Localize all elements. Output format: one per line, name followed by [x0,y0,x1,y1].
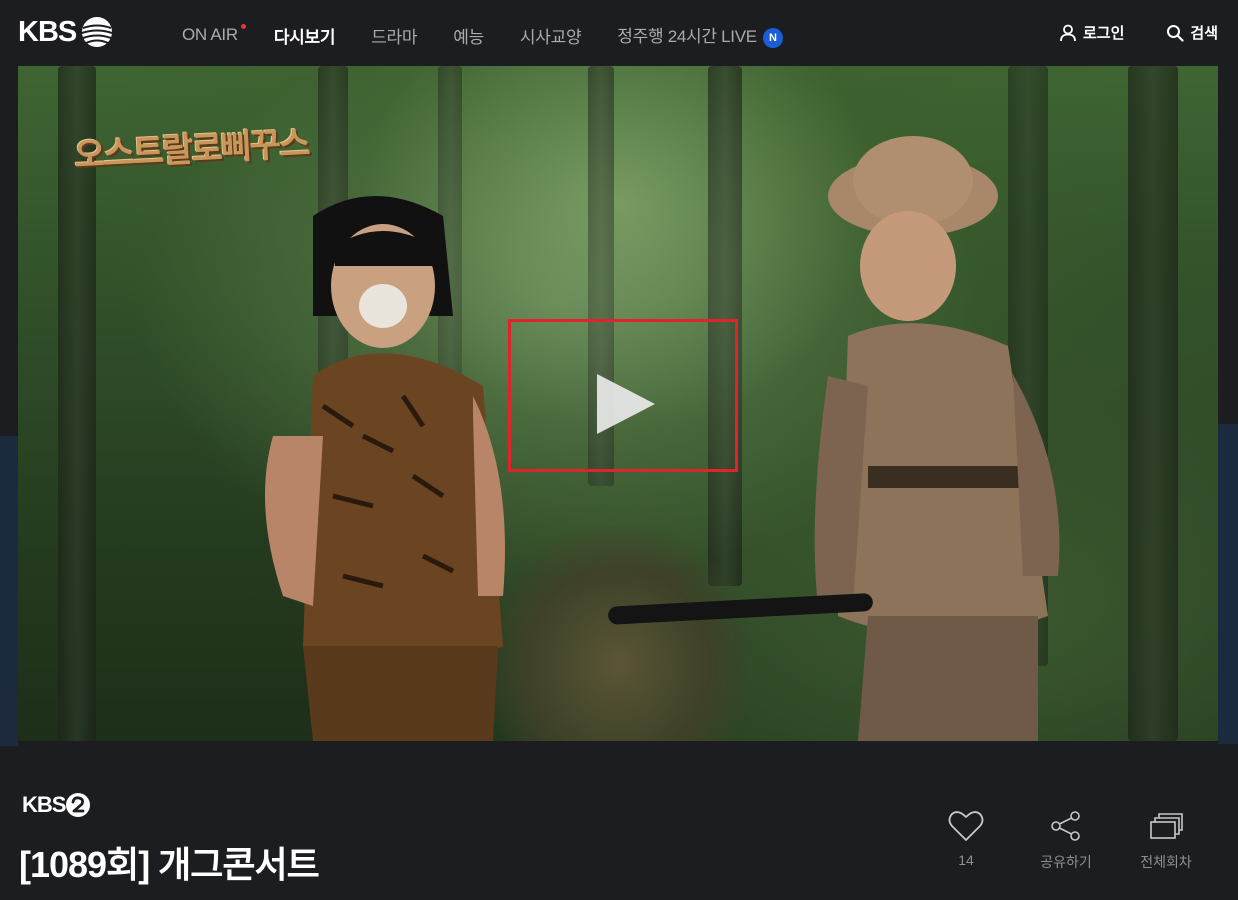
performer-caveman [265,196,505,741]
backdrop-right [1218,424,1238,744]
backdrop-left [0,436,18,746]
kbs-globe-icon [81,17,113,47]
header: KBS ON AIR 다시보기 드라마 예능 시사교양 정주행 24시간 LIV… [0,0,1238,66]
nav-item-current-affairs[interactable]: 시사교양 [520,23,582,48]
login-label: 로그인 [1082,25,1125,42]
channel-logo-kbs2: KBS [22,792,91,818]
episodes-stack-icon [1150,813,1183,839]
search-icon [1167,24,1184,42]
play-icon [597,374,655,434]
prop-stick [608,593,873,625]
all-episodes-button[interactable]: 전체회차 [1116,806,1216,872]
login-button[interactable]: 로그인 [1059,22,1124,43]
like-button[interactable]: 14 [916,806,1016,872]
nav-item-label: ON AIR [182,25,238,44]
kbs-logo-text: KBS [18,15,77,48]
nav-item-replay[interactable]: 다시보기 [274,23,336,48]
nav-item-24h-live[interactable]: 정주행 24시간 LIVE N [617,22,783,48]
header-actions: 로그인 검색 [1017,22,1218,43]
play-button[interactable] [593,372,657,436]
share-icon [1051,811,1080,841]
episode-actions: 14 공유하기 전체회차 [916,806,1216,872]
new-badge: N [762,28,783,48]
search-button[interactable]: 검색 [1166,22,1218,43]
main-nav: ON AIR 다시보기 드라마 예능 시사교양 정주행 24시간 LIVE N [182,22,819,48]
kbs-logo[interactable]: KBS [18,14,114,50]
search-label: 검색 [1190,25,1218,42]
channel-2-icon [66,793,91,817]
all-episodes-label: 전체회차 [1140,854,1192,870]
episode-title: [1089회] 개그콘서트 [19,844,320,885]
performer-explorer [814,136,1060,741]
video-player[interactable]: 오스트랄로삐꾸스 [18,66,1218,741]
share-label: 공유하기 [1040,854,1092,870]
nav-item-onair[interactable]: ON AIR [182,24,246,45]
like-count: 14 [958,852,974,868]
user-icon [1060,24,1076,41]
nav-item-label: 정주행 24시간 LIVE [617,27,757,46]
channel-logo-text: KBS [22,792,66,817]
live-dot-icon [240,24,246,29]
share-button[interactable]: 공유하기 [1016,806,1116,872]
nav-item-entertainment[interactable]: 예능 [453,23,484,48]
heart-icon [948,811,984,841]
nav-item-drama[interactable]: 드라마 [371,23,417,48]
